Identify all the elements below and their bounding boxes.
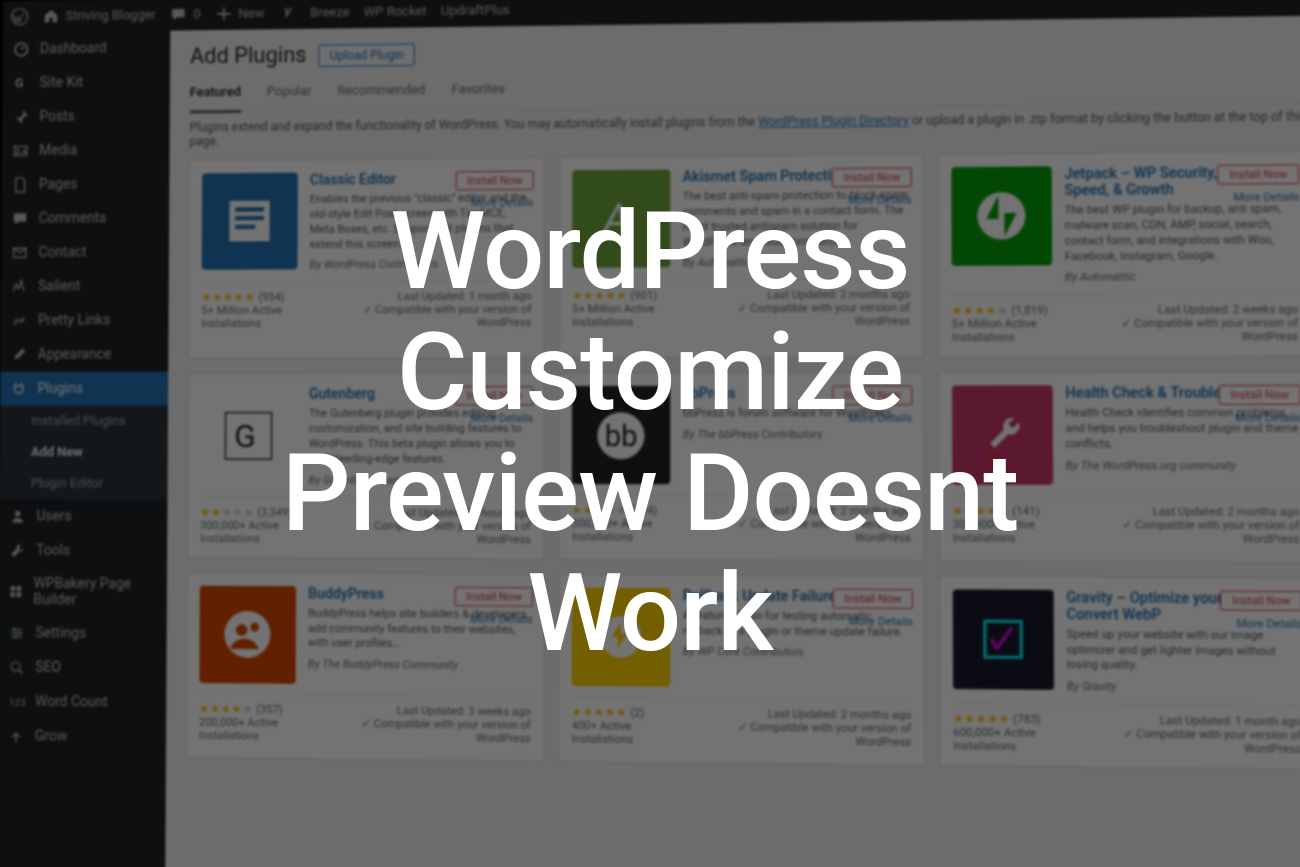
overlay: WordPress Customize Preview Doesnt Work (0, 0, 1300, 867)
overlay-title: WordPress Customize Preview Doesnt Work (282, 192, 1019, 676)
